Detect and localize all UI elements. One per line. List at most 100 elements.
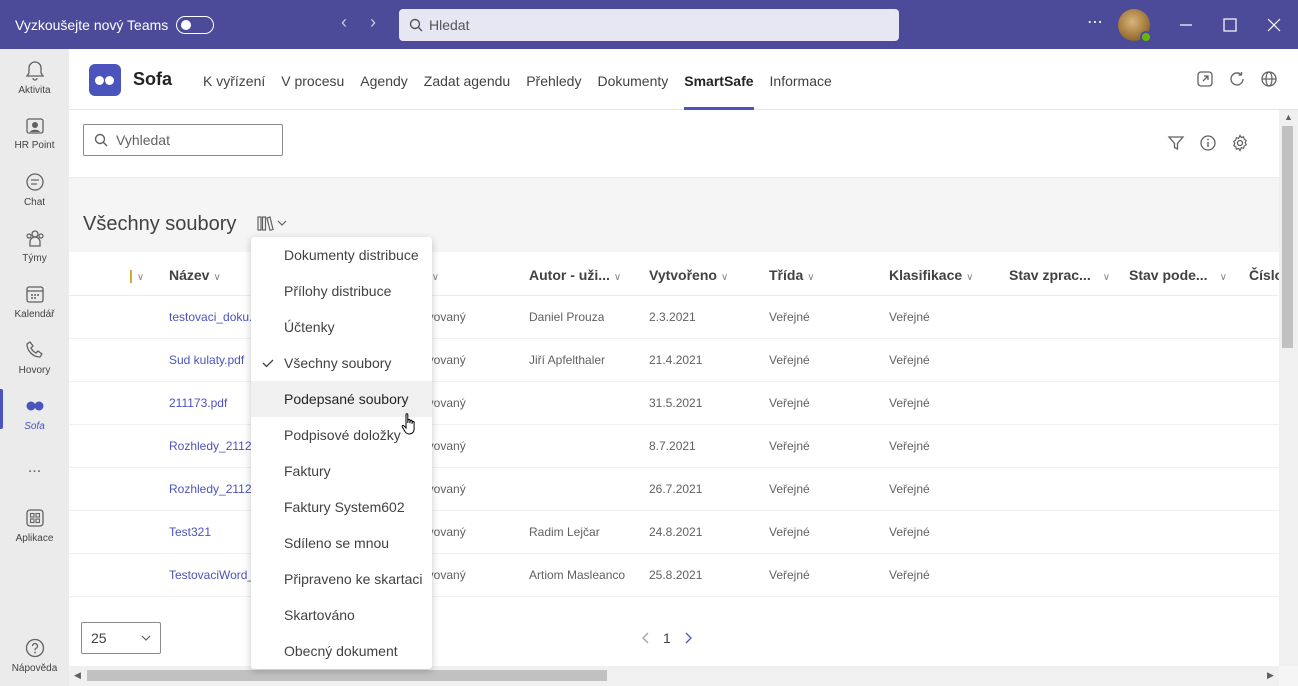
hand-cursor-icon xyxy=(401,413,415,435)
forward-arrow-icon[interactable]: › xyxy=(370,12,376,33)
cell-classification: Veřejné xyxy=(889,439,930,453)
menu-item-uctenky[interactable]: Účtenky xyxy=(251,309,432,345)
scroll-up-icon[interactable]: ▲ xyxy=(1284,112,1293,122)
popout-icon[interactable] xyxy=(1196,70,1214,88)
tab-k-vyrizeni[interactable]: K vyřízení xyxy=(195,49,273,110)
column-label: Vytvořeno xyxy=(649,267,717,283)
cell-created: 21.4.2021 xyxy=(649,353,703,367)
cell-class: Veřejné xyxy=(769,482,810,496)
cell-name[interactable]: TestovaciWord_... xyxy=(169,568,251,582)
page-size-select[interactable]: 25 xyxy=(81,622,161,654)
close-icon[interactable] xyxy=(1267,18,1281,32)
rail-item-sofa[interactable]: Sofa xyxy=(0,389,69,432)
column-header-signing-state[interactable]: Stav pode... ∨ xyxy=(1129,267,1227,283)
vertical-scroll-thumb[interactable] xyxy=(1282,126,1293,348)
rail-item-label: Týmy xyxy=(22,253,47,264)
menu-item-skartovano[interactable]: Skartováno xyxy=(251,597,432,633)
rail-item-calls[interactable]: Hovory xyxy=(0,339,69,376)
cell-name[interactable]: Sud kulaty.pdf xyxy=(169,353,251,367)
chevron-left-icon[interactable] xyxy=(641,632,651,644)
chevron-right-icon[interactable] xyxy=(683,632,693,644)
column-header-created[interactable]: Vytvořeno ∨ xyxy=(649,267,728,283)
help-icon xyxy=(25,638,44,658)
view-selector-button[interactable] xyxy=(252,210,296,236)
menu-item-faktury[interactable]: Faktury xyxy=(251,453,432,489)
tab-smartsafe[interactable]: SmartSafe xyxy=(676,49,761,110)
cell-classification: Veřejné xyxy=(889,525,930,539)
scroll-right-icon[interactable]: ▶ xyxy=(1267,670,1274,681)
rail-item-chat[interactable]: Chat xyxy=(0,171,69,208)
menu-item-label: Všechny soubory xyxy=(284,355,392,371)
cell-name[interactable]: testovaci_doku... xyxy=(169,310,251,324)
horizontal-scroll-thumb[interactable] xyxy=(87,670,607,681)
rail-more-button[interactable]: ... xyxy=(0,459,69,477)
minimize-icon[interactable] xyxy=(1179,18,1193,32)
cell-created: 25.8.2021 xyxy=(649,568,703,582)
refresh-icon[interactable] xyxy=(1228,70,1246,88)
vertical-scrollbar[interactable]: ▲ xyxy=(1279,110,1298,666)
search-icon xyxy=(94,133,108,147)
filter-icon[interactable] xyxy=(1167,134,1185,152)
column-header-class[interactable]: Třída ∨ xyxy=(769,267,815,283)
rail-item-calendar[interactable]: Kalendář xyxy=(0,283,69,320)
search-input[interactable]: Vyhledat xyxy=(83,124,283,156)
rail-item-label: Hovory xyxy=(18,365,51,376)
cell-classification: Veřejné xyxy=(889,396,930,410)
rail-item-label: Aktivita xyxy=(18,85,51,96)
horizontal-scrollbar[interactable]: ◀ ▶ xyxy=(69,666,1279,686)
cell-author: Artiom Masleanco xyxy=(529,568,626,582)
menu-item-faktury-system602[interactable]: Faktury System602 xyxy=(251,489,432,525)
rail-item-label: Kalendář xyxy=(14,309,55,320)
avatar[interactable] xyxy=(1118,9,1152,43)
back-arrow-icon[interactable]: ‹ xyxy=(341,12,347,33)
column-indicator[interactable]: | ∨ xyxy=(129,267,144,283)
menu-item-pripraveno-ke-skartaci[interactable]: Připraveno ke skartaci xyxy=(251,561,432,597)
rail-item-help[interactable]: Nápověda xyxy=(0,637,69,674)
column-header-author[interactable]: Autor - uži... ∨ xyxy=(529,267,621,283)
rail-item-label: Aplikace xyxy=(15,533,54,544)
column-label: Název xyxy=(169,267,210,283)
column-header-processing-state[interactable]: Stav zprac... ∨ xyxy=(1009,267,1110,283)
title-bar: Vyzkoušejte nový Teams ‹ › Hledat ⋯ xyxy=(0,0,1298,49)
cell-author: Radim Lejčar xyxy=(529,525,600,539)
rail-item-hr-point[interactable]: HR Point xyxy=(0,114,69,151)
menu-item-prilohy-distribuce[interactable]: Přílohy distribuce xyxy=(251,273,432,309)
header-actions xyxy=(1196,70,1278,88)
tab-zadat-agendu[interactable]: Zadat agendu xyxy=(416,49,518,110)
menu-item-sdileno-se-mnou[interactable]: Sdíleno se mnou xyxy=(251,525,432,561)
rail-item-teams[interactable]: Týmy xyxy=(0,227,69,264)
cell-name[interactable]: 211173.pdf xyxy=(169,396,251,410)
more-options-icon[interactable]: ⋯ xyxy=(1087,12,1103,32)
globe-icon[interactable] xyxy=(1260,70,1278,88)
sofa-logo-icon xyxy=(89,64,121,96)
scroll-left-icon[interactable]: ◀ xyxy=(74,670,81,681)
tab-informace[interactable]: Informace xyxy=(762,49,840,110)
column-header-name[interactable]: Název ∨ xyxy=(169,267,221,283)
menu-item-vsechny-soubory[interactable]: Všechny soubory xyxy=(251,345,432,381)
tab-agendy[interactable]: Agendy xyxy=(352,49,415,110)
cell-name[interactable]: Test321 xyxy=(169,525,251,539)
info-icon[interactable] xyxy=(1199,134,1217,152)
menu-item-obecny-dokument[interactable]: Obecný dokument xyxy=(251,633,432,669)
column-header-classification[interactable]: Klasifikace ∨ xyxy=(889,267,974,283)
menu-item-dokumenty-distribuce[interactable]: Dokumenty distribuce xyxy=(251,237,432,273)
tab-dokumenty[interactable]: Dokumenty xyxy=(589,49,676,110)
rail-item-activity[interactable]: Aktivita xyxy=(0,59,69,96)
cell-class: Veřejné xyxy=(769,439,810,453)
gear-icon[interactable] xyxy=(1231,134,1249,152)
maximize-icon[interactable] xyxy=(1223,18,1237,32)
column-label: Třída xyxy=(769,267,804,283)
current-page[interactable]: 1 xyxy=(663,630,671,646)
cell-classification: Veřejné xyxy=(889,353,930,367)
new-teams-toggle[interactable] xyxy=(176,16,214,34)
global-search-input[interactable]: Hledat xyxy=(399,9,899,41)
more-icon: ... xyxy=(27,459,42,476)
rail-item-apps[interactable]: Aplikace xyxy=(0,507,69,544)
tab-prehledy[interactable]: Přehledy xyxy=(518,49,589,110)
app-header: Sofa K vyřízení V procesu Agendy Zadat a… xyxy=(69,49,1298,110)
cell-class: Veřejné xyxy=(769,396,810,410)
cell-name[interactable]: Rozhledy_2112... xyxy=(169,439,251,453)
cell-name[interactable]: Rozhledy_2112... xyxy=(169,482,251,496)
tab-v-procesu[interactable]: V procesu xyxy=(273,49,352,110)
column-label: Autor - uži... xyxy=(529,267,610,283)
